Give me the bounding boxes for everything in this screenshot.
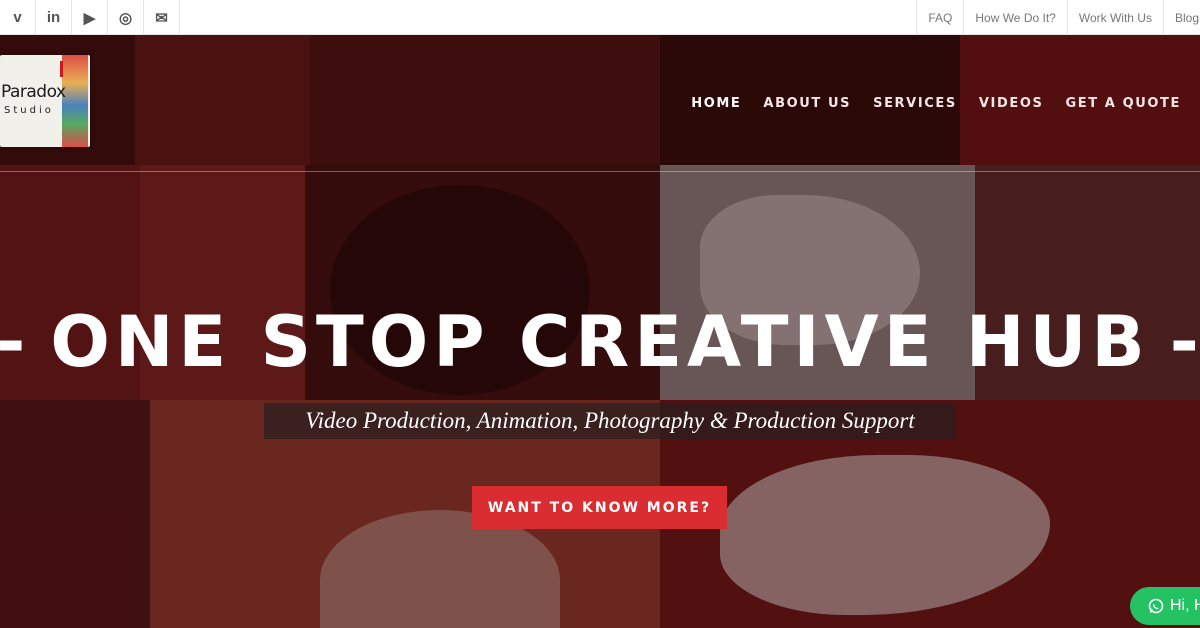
toplink-how-we-do-it[interactable]: How We Do It? xyxy=(963,0,1066,35)
headline-text: ONE STOP CREATIVE HUB xyxy=(50,301,1150,383)
vimeo-icon[interactable]: v xyxy=(0,0,36,35)
hero-headline: - ONE STOP CREATIVE HUB - xyxy=(0,297,1200,387)
whatsapp-chat-button[interactable]: Hi, H xyxy=(1130,587,1200,625)
linkedin-icon[interactable]: in xyxy=(36,0,72,35)
envelope-icon[interactable]: ✉ xyxy=(144,0,180,35)
toplink-blog[interactable]: Blog xyxy=(1162,0,1200,35)
headline-dash-left: - xyxy=(0,301,30,383)
nav-services[interactable]: SERVICES xyxy=(873,96,957,111)
main-nav: HOME ABOUT US SERVICES VIDEOS GET A QUOT… xyxy=(669,96,1181,111)
youtube-glyph: ▶ xyxy=(83,9,96,27)
logo-subtitle: Studio xyxy=(4,105,54,116)
nav-about-us[interactable]: ABOUT US xyxy=(763,96,851,111)
linkedin-glyph: in xyxy=(46,9,61,26)
site-logo[interactable]: Paradox Studio xyxy=(0,55,90,147)
vimeo-glyph: v xyxy=(13,9,22,26)
envelope-glyph: ✉ xyxy=(155,9,168,27)
instagram-icon[interactable]: ◎ xyxy=(108,0,144,35)
logo-exclamation xyxy=(60,61,63,77)
nav-videos[interactable]: VIDEOS xyxy=(979,96,1044,111)
instagram-glyph: ◎ xyxy=(118,9,133,27)
header-divider xyxy=(0,171,1200,172)
social-links: v in ▶ ◎ ✉ xyxy=(0,0,180,35)
top-utility-bar: v in ▶ ◎ ✉ FAQ How We Do It? Work With U… xyxy=(0,0,1200,35)
chat-label: Hi, H xyxy=(1170,597,1200,614)
whatsapp-icon xyxy=(1148,598,1164,614)
hero-subline: Video Production, Animation, Photography… xyxy=(264,403,956,439)
nav-get-a-quote[interactable]: GET A QUOTE xyxy=(1065,96,1181,111)
youtube-icon[interactable]: ▶ xyxy=(72,0,108,35)
toplink-work-with-us[interactable]: Work With Us xyxy=(1066,0,1163,35)
top-links: FAQ How We Do It? Work With Us Blog xyxy=(916,0,1200,35)
nav-home[interactable]: HOME xyxy=(691,96,741,111)
headline-dash-right: - xyxy=(1170,301,1200,383)
want-to-know-more-button[interactable]: WANT TO KNOW MORE? xyxy=(472,486,727,529)
logo-name: Paradox xyxy=(1,82,66,102)
toplink-faq[interactable]: FAQ xyxy=(916,0,963,35)
